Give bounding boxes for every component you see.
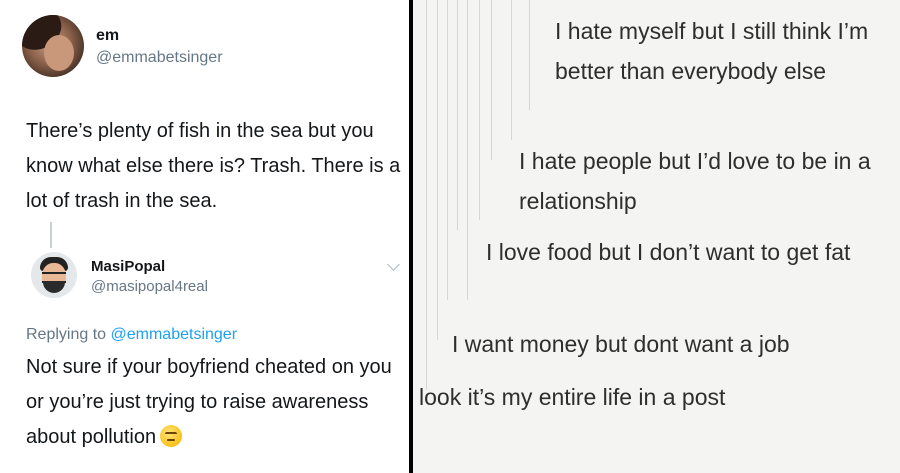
reply-text: Not sure if your boyfriend cheated on yo… <box>26 350 406 455</box>
reblog-indent-line <box>447 0 448 300</box>
reblog-indent-line <box>511 0 512 140</box>
reply-text-content: Not sure if your boyfriend cheated on yo… <box>26 356 392 448</box>
reblog-indent-line <box>426 0 427 390</box>
tweet-author-name[interactable]: em <box>96 27 119 45</box>
post-line-3: I love food but I don’t want to get fat <box>486 239 851 265</box>
avatar-beard <box>43 281 65 293</box>
thread-connector <box>50 222 52 248</box>
reblog-indent-line <box>491 0 492 160</box>
replying-to-line: Replying to @emmabetsinger <box>26 326 237 344</box>
post-line-1: I hate myself but I still think I’m bett… <box>555 18 869 84</box>
reblog-indent-line <box>529 0 530 110</box>
replying-to-label: Replying to <box>26 326 107 343</box>
tweet-screenshot: em @emmabetsinger There’s plenty of fish… <box>0 0 409 473</box>
reply-author-handle[interactable]: @masipopal4real <box>91 278 208 295</box>
chevron-down-icon[interactable] <box>387 258 400 271</box>
reblog-indent-line <box>457 0 458 230</box>
reblog-indent-line <box>437 0 438 340</box>
avatar-face <box>44 35 74 71</box>
post-line-4: I want money but dont want a job <box>452 331 790 357</box>
post-line-2: I hate people but I’d love to be in a re… <box>519 148 871 214</box>
reblog-indent-line <box>467 0 468 300</box>
tweet-text: There’s plenty of fish in the sea but yo… <box>26 120 401 212</box>
post-line-5: look it’s my entire life in a post <box>419 384 726 410</box>
tumblr-screenshot: I hate myself but I still think I’m bett… <box>413 0 900 473</box>
masipopal-avatar[interactable] <box>31 252 77 298</box>
tweet-author-handle[interactable]: @emmabetsinger <box>96 49 223 67</box>
reblog-indent-line <box>479 0 480 220</box>
thinking-face-emoji-icon <box>160 425 183 447</box>
em-avatar[interactable] <box>22 15 84 77</box>
replying-to-mention[interactable]: @emmabetsinger <box>111 326 238 343</box>
reply-author-name[interactable]: MasiPopal <box>91 258 165 275</box>
